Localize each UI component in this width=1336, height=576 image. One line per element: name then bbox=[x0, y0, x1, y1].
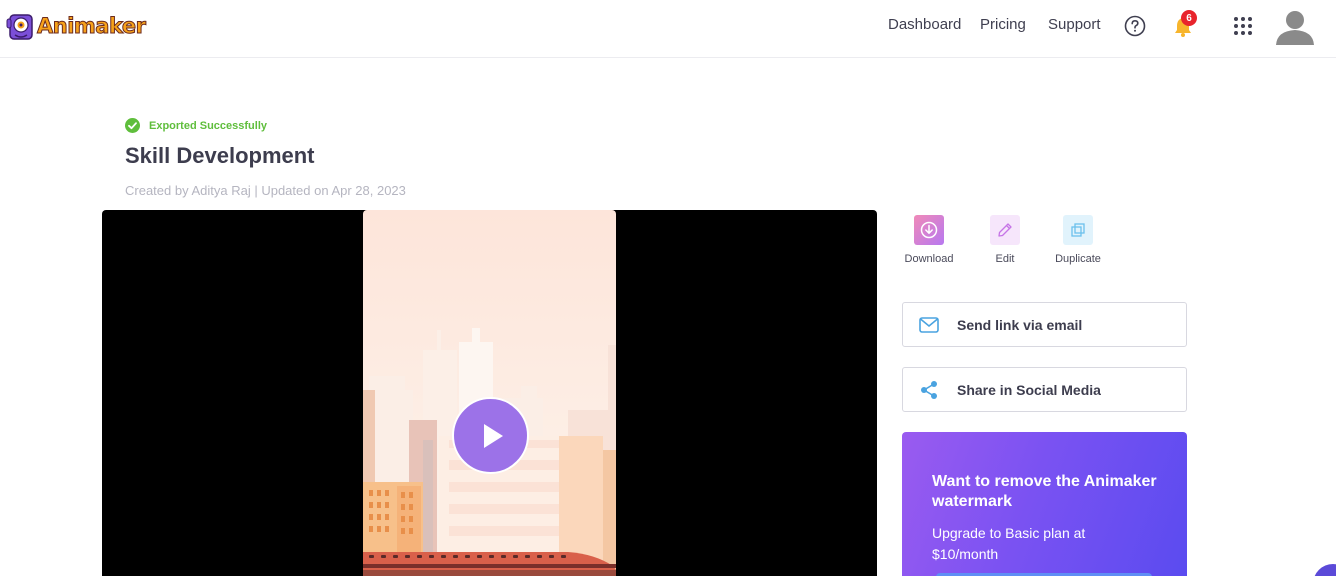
upgrade-promo-card: Want to remove the Animaker watermark Up… bbox=[902, 432, 1187, 576]
nav-dashboard[interactable]: Dashboard bbox=[888, 16, 961, 33]
promo-subtitle: Upgrade to Basic plan at $10/month bbox=[932, 525, 1086, 562]
promo-title: Want to remove the Animaker watermark bbox=[932, 473, 1157, 510]
download-button[interactable]: Download bbox=[894, 215, 964, 265]
chat-widget-button[interactable] bbox=[1313, 564, 1336, 576]
edit-button[interactable]: Edit bbox=[970, 215, 1040, 265]
edit-pencil-icon bbox=[990, 215, 1020, 245]
duplicate-button[interactable]: Duplicate bbox=[1043, 215, 1113, 265]
send-email-button[interactable]: Send link via email bbox=[902, 302, 1187, 347]
share-social-label: Share in Social Media bbox=[957, 381, 1101, 398]
check-circle-icon bbox=[125, 118, 140, 133]
logo-text: Animaker bbox=[36, 14, 146, 39]
project-meta: Created by Aditya Raj | Updated on Apr 2… bbox=[125, 183, 406, 198]
video-player[interactable] bbox=[102, 210, 877, 576]
apps-grid-icon[interactable] bbox=[1233, 16, 1253, 36]
play-button[interactable] bbox=[452, 397, 529, 474]
top-header: Animaker Dashboard Pricing Support 6 bbox=[0, 0, 1336, 58]
animaker-mascot-icon bbox=[6, 14, 33, 40]
notification-badge: 6 bbox=[1181, 10, 1197, 26]
export-status-text: Exported Successfully bbox=[149, 119, 267, 132]
video-thumbnail bbox=[363, 210, 616, 576]
duplicate-label: Duplicate bbox=[1055, 253, 1101, 265]
animaker-logo[interactable]: Animaker bbox=[6, 8, 146, 44]
user-avatar-icon[interactable] bbox=[1274, 8, 1316, 46]
play-icon bbox=[483, 423, 503, 448]
project-title: Skill Development bbox=[125, 143, 315, 168]
help-icon[interactable] bbox=[1124, 15, 1146, 37]
nav-pricing[interactable]: Pricing bbox=[980, 16, 1026, 33]
nav-support[interactable]: Support bbox=[1048, 16, 1101, 33]
export-status: Exported Successfully bbox=[125, 118, 267, 133]
share-icon bbox=[917, 380, 941, 400]
mail-icon bbox=[917, 316, 941, 333]
download-icon bbox=[914, 215, 944, 245]
download-label: Download bbox=[904, 253, 954, 265]
share-social-button[interactable]: Share in Social Media bbox=[902, 367, 1187, 412]
edit-label: Edit bbox=[995, 253, 1015, 265]
send-email-label: Send link via email bbox=[957, 316, 1083, 333]
city-illustration bbox=[363, 210, 616, 576]
duplicate-icon bbox=[1063, 215, 1093, 245]
